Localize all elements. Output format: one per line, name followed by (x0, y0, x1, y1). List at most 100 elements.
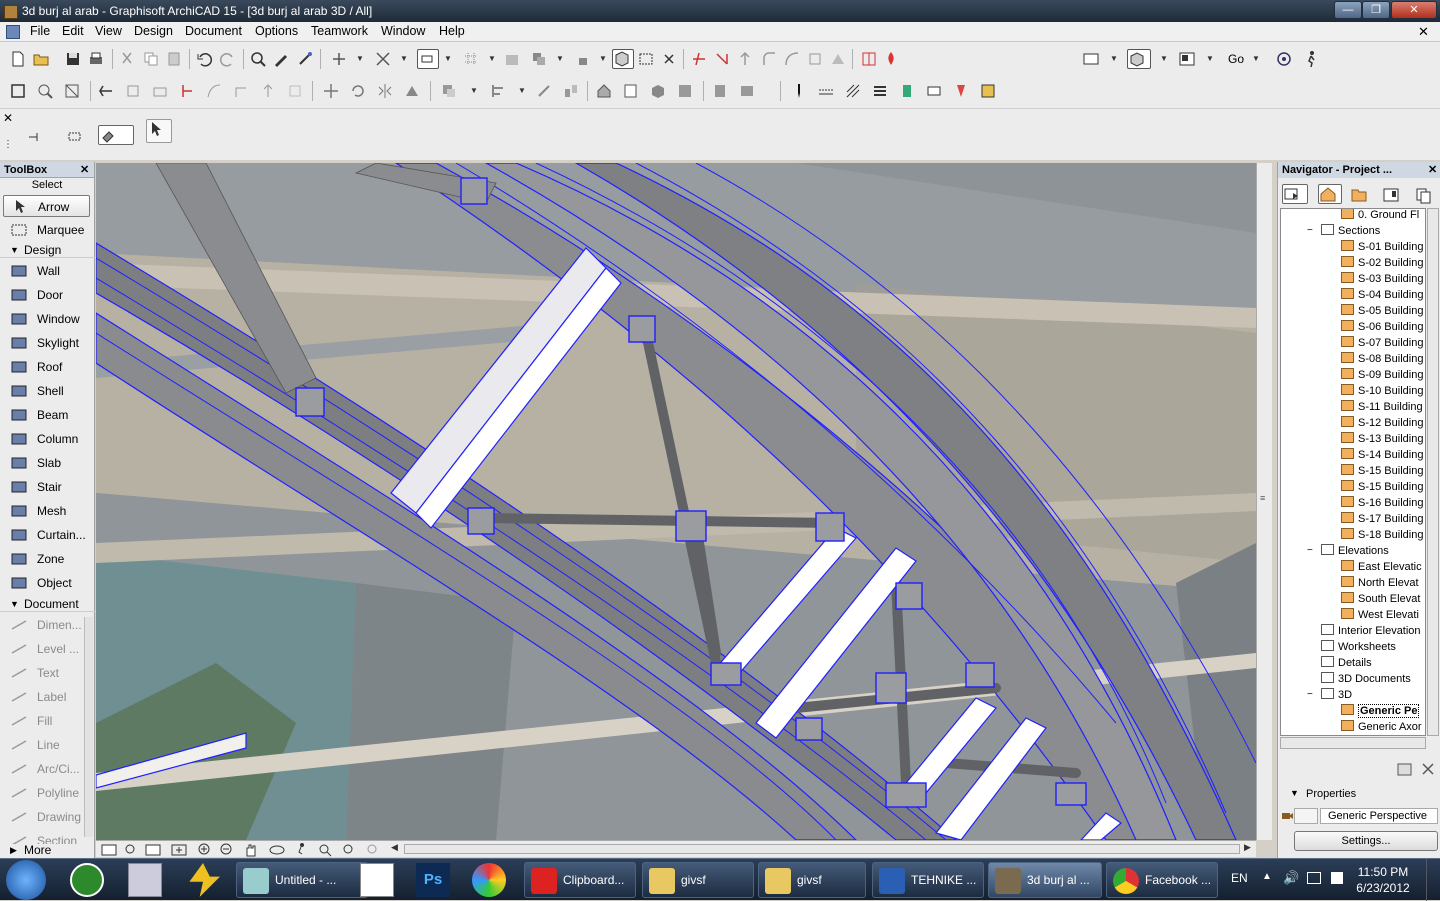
navigator-tree-item[interactable]: S-05 Building (1341, 303, 1423, 319)
settings-button[interactable]: Settings... (1294, 831, 1438, 851)
view-name-field[interactable]: Generic Perspective (1320, 808, 1438, 824)
rotate-icon[interactable] (349, 82, 367, 100)
3d-view-dropdown-arrow[interactable]: ▼ (1160, 50, 1168, 68)
curve-icon[interactable] (783, 50, 801, 68)
tool-fill[interactable]: Fill (3, 710, 83, 732)
menu-teamwork[interactable]: Teamwork (311, 24, 368, 38)
publisher-sets-icon[interactable] (1414, 186, 1432, 204)
zoom-window-icon[interactable] (316, 841, 334, 857)
undo-icon[interactable] (195, 50, 213, 68)
house-icon[interactable] (595, 82, 613, 100)
elevate-icon[interactable] (736, 50, 754, 68)
3d-view-mode-icon[interactable] (1127, 49, 1151, 69)
tool-mesh[interactable]: Mesh (3, 500, 90, 522)
teamwork-release-icon[interactable] (738, 82, 756, 100)
document-system-icon[interactable] (6, 25, 20, 39)
tool-text[interactable]: Text (3, 662, 83, 684)
bring-forward-icon[interactable] (440, 82, 458, 100)
align-icon[interactable] (490, 82, 508, 100)
tool-object[interactable]: Object (3, 572, 90, 594)
viewport-horizontal-scrollbar[interactable] (404, 844, 1240, 854)
menu-design[interactable]: Design (134, 24, 173, 38)
3d-viewport[interactable] (96, 163, 1256, 840)
window-layout-dropdown-arrow[interactable]: ▼ (1206, 50, 1214, 68)
zoom-circle-in-icon[interactable] (196, 841, 214, 857)
notepad-icon[interactable] (360, 863, 394, 897)
arrow-selection-icon[interactable] (146, 119, 172, 143)
navigator-tree-item[interactable]: S-01 Building (1341, 239, 1423, 255)
task-givsf-1[interactable]: givsf (642, 862, 754, 898)
tool-stair[interactable]: Stair (3, 476, 90, 498)
navigator-tree-item[interactable]: S-17 Building (1341, 511, 1423, 527)
navigator-tree-item[interactable]: S-12 Building (1341, 415, 1423, 431)
navigator-tree-item[interactable]: − Elevations (1307, 543, 1389, 559)
navigator-tree-item[interactable]: West Elevati (1341, 607, 1419, 623)
navigator-tree-item[interactable]: − Sections (1307, 223, 1380, 239)
marquee-type-icon[interactable] (98, 125, 134, 145)
rectangle-method-icon[interactable] (66, 127, 84, 145)
layers-icon[interactable] (503, 50, 521, 68)
3d-window-icon[interactable] (1082, 50, 1100, 68)
view-zoom-icon[interactable] (122, 841, 140, 857)
tool-window[interactable]: Window (3, 308, 90, 330)
tool-drawing[interactable]: Drawing (3, 806, 83, 828)
start-button[interactable] (6, 860, 46, 900)
navigator-tree[interactable]: 0. Ground Fl − Sections S-01 Building S-02 B… (1280, 208, 1426, 736)
grid-dropdown-arrow[interactable]: ▼ (488, 50, 496, 68)
model-view-icon[interactable] (649, 82, 667, 100)
task-tehnike[interactable]: TEHNIKE ... (872, 862, 984, 898)
info-box-close-icon[interactable]: ✕ (3, 111, 13, 125)
mirror-icon[interactable] (860, 50, 878, 68)
network-icon[interactable] (1307, 872, 1321, 884)
tool-label[interactable]: Label (3, 686, 83, 708)
navigator-tree-item[interactable]: North Elevat (1341, 575, 1419, 591)
fire-icon[interactable] (882, 50, 900, 68)
zoom-icon[interactable] (36, 82, 54, 100)
navigator-tree-item[interactable]: S-13 Building (1341, 431, 1423, 447)
grid-icon[interactable] (462, 50, 480, 68)
fillet-icon[interactable] (760, 50, 778, 68)
navigator-horizontal-scrollbar[interactable] (1280, 737, 1426, 749)
mirror-edit-icon[interactable] (376, 82, 394, 100)
navigator-tree-item[interactable]: S-15 Building (1341, 479, 1423, 495)
drag-icon[interactable] (322, 82, 340, 100)
navigator-tree-item[interactable]: S-04 Building (1341, 287, 1423, 303)
window-layout-icon[interactable] (1178, 50, 1196, 68)
toolbox-design-section[interactable]: ▼ Design (0, 242, 95, 258)
edit-elevate-icon[interactable] (259, 82, 277, 100)
pick-up-parameters-icon[interactable] (272, 50, 290, 68)
task-givsf-2[interactable]: givsf (758, 862, 866, 898)
menu-help[interactable]: Help (439, 24, 465, 38)
navigator-tree-item[interactable]: East Elevatic (1341, 559, 1422, 575)
tree-collapse-icon[interactable]: − (1307, 223, 1313, 239)
project-map-icon[interactable] (1318, 184, 1342, 204)
menu-edit[interactable]: Edit (62, 24, 84, 38)
snap-guides-icon[interactable] (417, 49, 439, 69)
navigator-popup-icon[interactable] (1282, 184, 1308, 204)
navigator-tree-item[interactable]: Generic Axor (1341, 719, 1422, 735)
layout-book-icon[interactable] (1382, 186, 1400, 204)
save-icon[interactable] (64, 50, 82, 68)
minimize-button[interactable]: — (1334, 1, 1362, 19)
navigator-tree-item[interactable]: 0. Ground Fl (1341, 209, 1419, 223)
photoshop-icon[interactable]: Ps (416, 863, 450, 897)
close-button[interactable]: ✕ (1391, 1, 1437, 19)
task-archicad[interactable]: 3d burj al ... (988, 862, 1102, 898)
menu-window[interactable]: Window (381, 24, 425, 38)
toolbox-document-section[interactable]: ▼ Document (0, 596, 95, 612)
navigator-tree-item[interactable]: S-10 Building (1341, 383, 1423, 399)
tool-level-dimension[interactable]: Level ... (3, 638, 83, 660)
walk-icon[interactable] (1302, 50, 1320, 68)
lock-dropdown-arrow[interactable]: ▼ (599, 50, 607, 68)
redo-icon[interactable] (219, 50, 237, 68)
toolbox-scrollbar[interactable] (84, 617, 93, 837)
info-box-grip-icon[interactable]: ⋮ (3, 139, 13, 150)
lock-icon[interactable] (574, 50, 592, 68)
tool-wall[interactable]: Wall (3, 260, 90, 282)
tool-line[interactable]: Line (3, 734, 83, 756)
snap-dropdown-arrow[interactable]: ▼ (444, 50, 452, 68)
navigator-tree-item[interactable]: S-11 Building (1341, 399, 1423, 415)
utorrent-icon[interactable] (70, 863, 104, 897)
task-facebook[interactable]: Facebook ... (1106, 862, 1218, 898)
scroll-left-arrow[interactable]: ◀ (391, 842, 398, 853)
